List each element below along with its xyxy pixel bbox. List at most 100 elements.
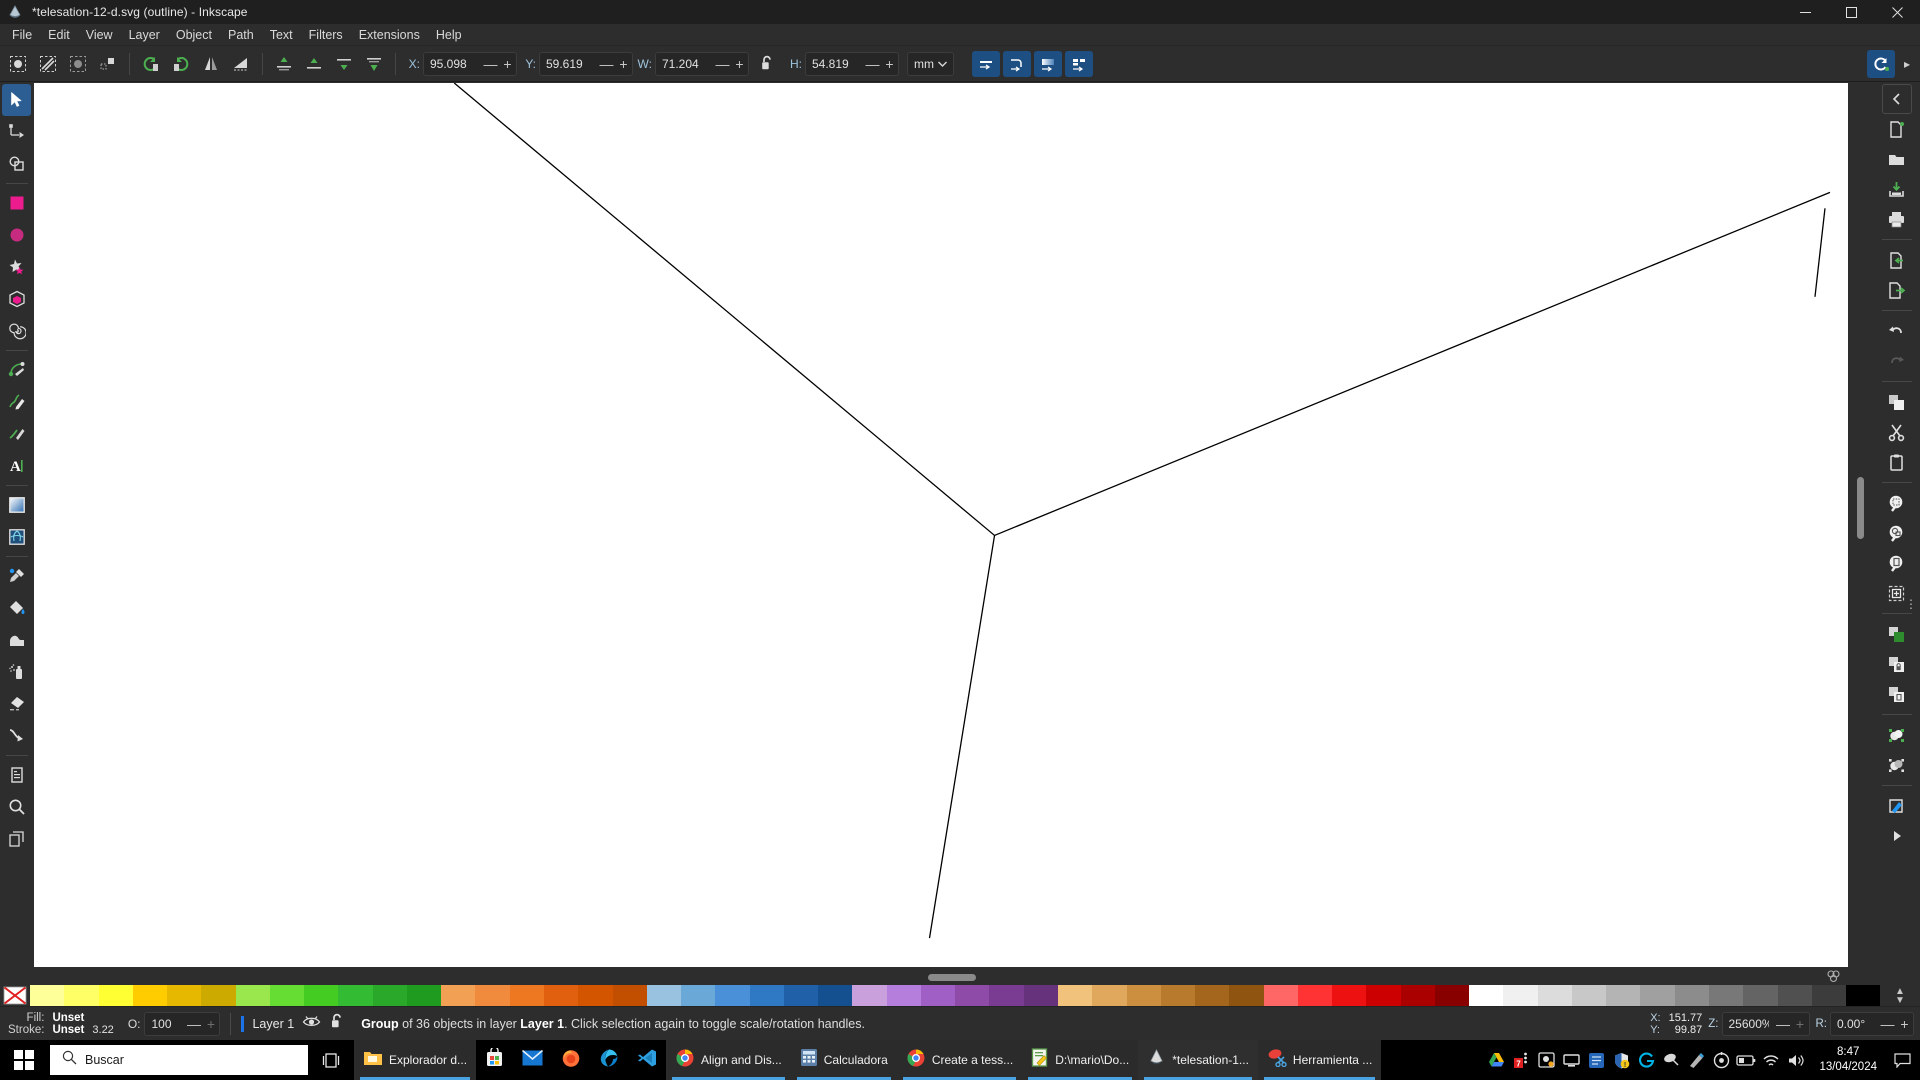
y-decrement[interactable]: — [598, 53, 615, 75]
zoom-selection-icon[interactable] [1882, 488, 1912, 518]
h-decrement[interactable]: — [864, 53, 881, 75]
snip-tool-icon[interactable] [1659, 1040, 1683, 1080]
palette-swatch[interactable] [1469, 985, 1504, 1006]
palette-swatch[interactable] [543, 985, 579, 1006]
menu-file[interactable]: File [4, 25, 40, 45]
taskbar-chrome-tess[interactable]: Create a tess... [896, 1040, 1023, 1080]
path-difference-icon[interactable] [1882, 750, 1912, 780]
palette-swatch[interactable] [1092, 985, 1127, 1006]
stroke-width-value[interactable]: 3.22 [92, 1024, 113, 1036]
rectangle-tool[interactable] [2, 187, 31, 219]
palette-swatch[interactable] [715, 985, 750, 1006]
screen-icon[interactable] [1534, 1040, 1558, 1080]
path-union-icon[interactable] [1882, 720, 1912, 750]
palette-swatch[interactable] [578, 985, 613, 1006]
redo-arrow-icon[interactable] [1882, 346, 1912, 376]
taskbar-notepad-docs[interactable]: D:\mario\Do... [1022, 1040, 1139, 1080]
palette-swatch[interactable] [1743, 985, 1778, 1006]
windows-start-icon[interactable] [0, 1040, 48, 1080]
export-icon[interactable] [1882, 275, 1912, 305]
no-color-x-icon[interactable] [0, 985, 30, 1006]
palette-swatch[interactable] [1160, 985, 1196, 1006]
palette-swatch[interactable] [612, 985, 647, 1006]
zoom-increment[interactable]: + [1792, 1013, 1809, 1035]
palette-swatch[interactable] [818, 985, 853, 1006]
close-button[interactable] [1874, 0, 1920, 24]
palette-swatch[interactable] [235, 985, 270, 1006]
new-file-icon[interactable] [1882, 114, 1912, 144]
taskbar-chrome-align[interactable]: Align and Dis... [666, 1040, 791, 1080]
palette-swatch[interactable] [338, 985, 373, 1006]
taskbar-microsoft-store[interactable] [476, 1040, 513, 1080]
canvas-page[interactable] [34, 83, 1848, 967]
palette-swatch[interactable] [1571, 985, 1607, 1006]
menu-layer[interactable]: Layer [121, 25, 168, 45]
w-decrement[interactable]: — [714, 53, 731, 75]
speaker-icon[interactable] [1784, 1040, 1808, 1080]
raise-icon[interactable] [300, 50, 328, 78]
rotation-spinbox[interactable]: — + [1830, 1012, 1914, 1036]
toolbar-overflow-icon[interactable]: ▸ [1898, 50, 1916, 78]
palette-swatch[interactable] [749, 985, 784, 1006]
menu-path[interactable]: Path [220, 25, 262, 45]
palette-swatch[interactable] [406, 985, 442, 1006]
palette-swatch[interactable] [1537, 985, 1572, 1006]
opacity-control[interactable]: O: — + [128, 1011, 221, 1036]
w-spinbox[interactable]: — + [655, 51, 749, 76]
tweak-tool[interactable] [2, 624, 31, 656]
menu-help[interactable]: Help [428, 25, 470, 45]
menu-object[interactable]: Object [168, 25, 220, 45]
pencil-tool[interactable] [2, 386, 31, 418]
taskbar-firefox[interactable] [552, 1040, 590, 1080]
y-spinbox[interactable]: — + [539, 51, 633, 76]
palette-swatch[interactable] [1263, 985, 1298, 1006]
save-icon[interactable] [1882, 174, 1912, 204]
pen-icon[interactable] [1684, 1040, 1708, 1080]
notification-icon[interactable] [1888, 1040, 1916, 1080]
palette-swatch[interactable] [1297, 985, 1333, 1006]
palette-swatch[interactable] [646, 985, 682, 1006]
page-tool[interactable] [2, 759, 31, 791]
taskbar-file-explorer[interactable]: Explorador d... [354, 1040, 477, 1080]
vertical-scrollbar-thumb[interactable] [1857, 477, 1864, 539]
palette-swatch[interactable] [509, 985, 544, 1006]
select-all-in-all-layers-icon[interactable] [34, 50, 62, 78]
palette-swatch[interactable] [1640, 985, 1675, 1006]
blue-app-icon[interactable] [1584, 1040, 1608, 1080]
vertical-scrollbar[interactable] [1854, 82, 1867, 967]
measure-tool[interactable] [2, 823, 31, 855]
palette-swatches[interactable] [30, 985, 1881, 1006]
connector-tool[interactable] [2, 720, 31, 752]
w-input[interactable] [656, 52, 714, 75]
text-tool[interactable]: A [2, 450, 31, 482]
rotate-90-cw-icon[interactable] [167, 50, 195, 78]
w-increment[interactable]: + [731, 53, 748, 75]
battery-icon[interactable] [1734, 1040, 1758, 1080]
taskbar-calculator[interactable]: Calculadora [790, 1040, 897, 1080]
boolean-tool[interactable] [2, 148, 31, 180]
transform-gradients-icon[interactable] [1034, 50, 1062, 77]
palette-swatch[interactable] [167, 985, 202, 1006]
palette-swatch[interactable] [64, 985, 99, 1006]
palette-swatch[interactable] [1400, 985, 1435, 1006]
palette-swatch[interactable] [1846, 985, 1881, 1006]
taskbar-vscode[interactable] [628, 1040, 666, 1080]
x-decrement[interactable]: — [482, 53, 499, 75]
taskbar-edge[interactable] [590, 1040, 628, 1080]
palette-swatch[interactable] [1023, 985, 1058, 1006]
import-icon[interactable] [1882, 245, 1912, 275]
triangle-right-icon[interactable] [1882, 821, 1912, 851]
palette-swatch[interactable] [852, 985, 887, 1006]
menu-text[interactable]: Text [262, 25, 301, 45]
zoom-spinbox[interactable]: — + [1721, 1012, 1810, 1036]
taskbar-clock[interactable]: 8:47 13/04/2024 [1809, 1045, 1887, 1075]
zoom-drawing-icon[interactable] [1882, 518, 1912, 548]
flip-vertical-icon[interactable] [227, 50, 255, 78]
open-folder-icon[interactable] [1882, 144, 1912, 174]
canvas-area[interactable] [33, 82, 1873, 985]
search-input[interactable]: Buscar [50, 1045, 308, 1075]
snap-enable-icon[interactable] [1867, 50, 1895, 78]
zoom-input[interactable] [1722, 1013, 1775, 1035]
star-tool[interactable] [2, 251, 31, 283]
fill-stroke-indicator[interactable]: Fill: Unset Stroke: Unset 3.22 [0, 1012, 114, 1036]
